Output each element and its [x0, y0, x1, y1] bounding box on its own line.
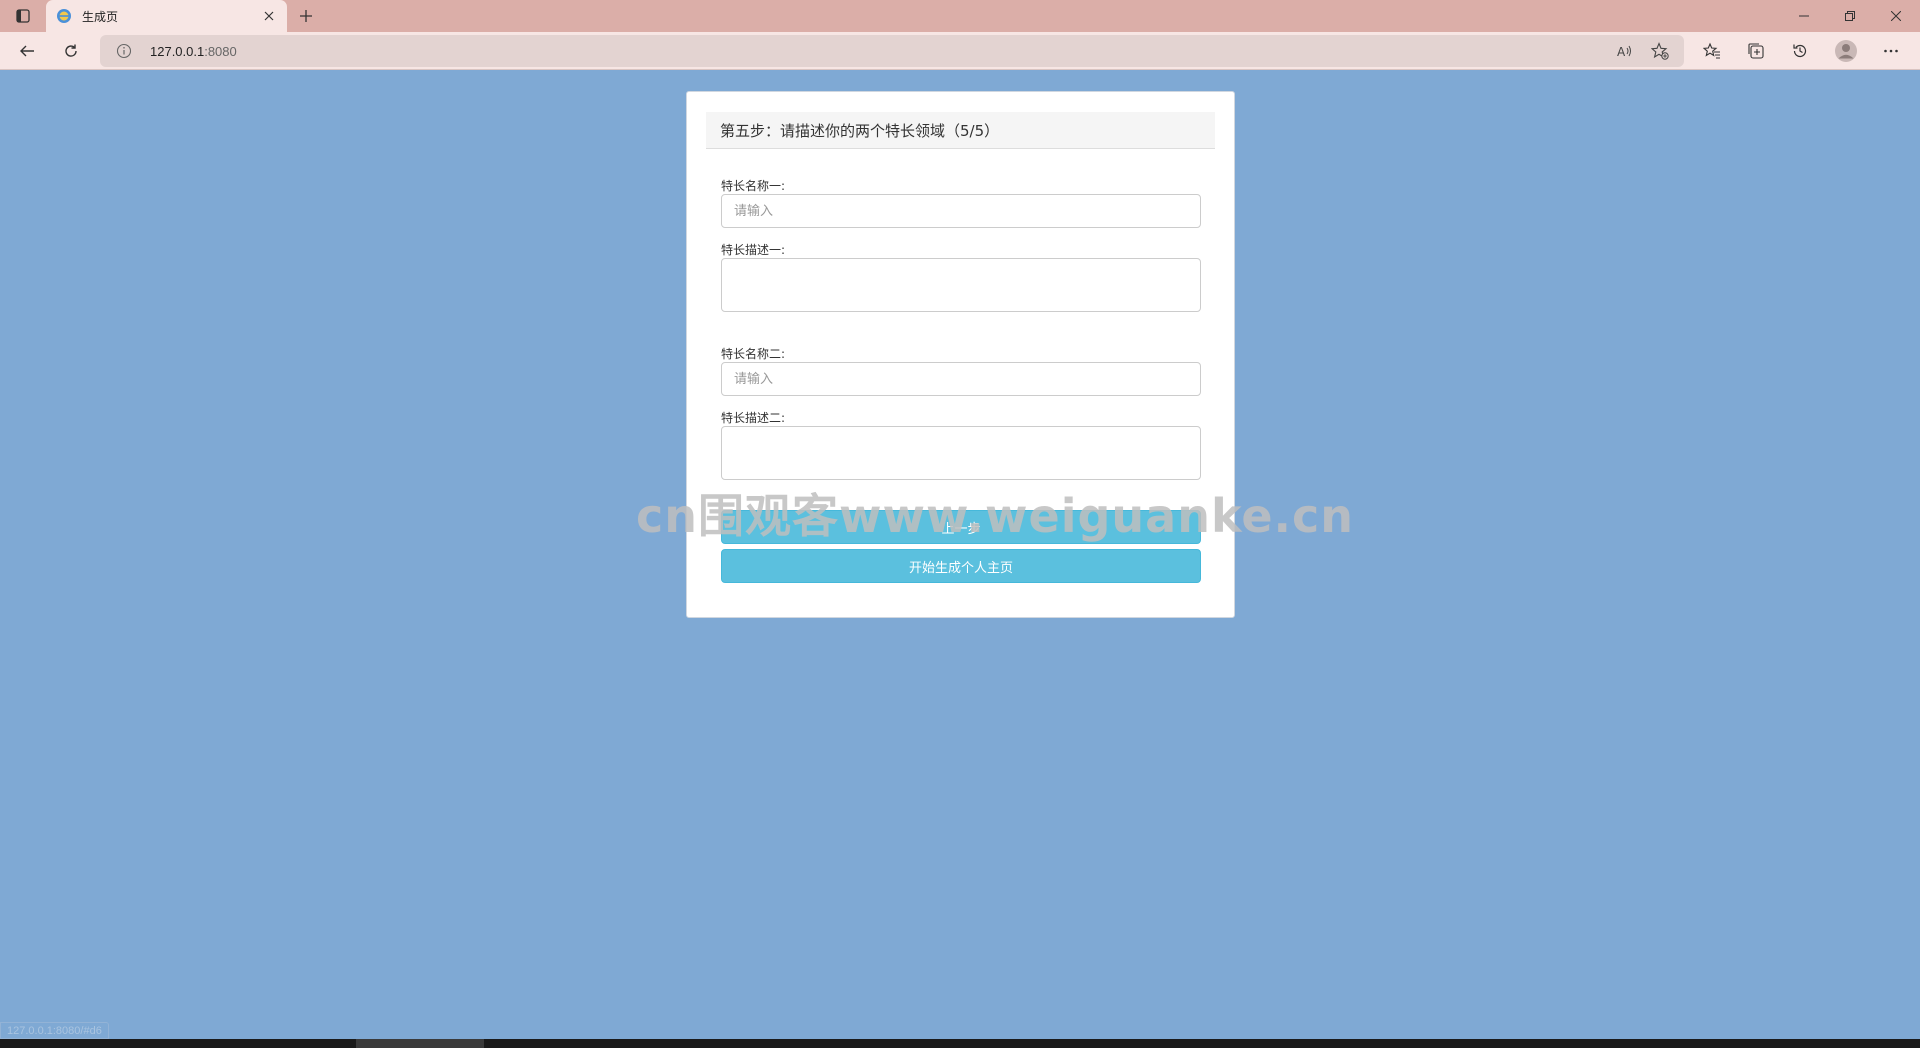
address-bar[interactable]: 127.0.0.1:8080 A: [100, 35, 1684, 67]
panel-heading: 第五步：请描述你的两个特长领域（5/5）: [706, 112, 1215, 149]
back-icon[interactable]: [12, 37, 42, 65]
minimize-icon[interactable]: [1781, 0, 1827, 32]
skill2-desc-label: 特长描述二:: [721, 411, 786, 425]
taskbar: [0, 1039, 1920, 1048]
generate-homepage-button[interactable]: 开始生成个人主页: [721, 549, 1201, 583]
status-url: 127.0.0.1:8080/#d6: [0, 1022, 109, 1039]
profile-avatar-icon[interactable]: [1831, 37, 1861, 65]
url-text[interactable]: 127.0.0.1:8080: [150, 44, 237, 59]
info-icon[interactable]: [116, 43, 132, 59]
history-icon[interactable]: [1785, 37, 1815, 65]
new-tab-icon[interactable]: [294, 4, 318, 28]
skill1-desc-textarea[interactable]: [721, 258, 1201, 312]
favorites-icon[interactable]: [1697, 37, 1727, 65]
tab-actions-icon[interactable]: [8, 4, 38, 28]
url-port: :8080: [204, 44, 237, 59]
collections-icon[interactable]: [1741, 37, 1771, 65]
skill1-desc-label: 特长描述一:: [721, 243, 786, 257]
step-title: 第五步：请描述你的两个特长领域（5/5）: [720, 121, 1000, 140]
svg-text:A: A: [1617, 45, 1626, 59]
globe-icon: [57, 9, 71, 23]
browser-tab-strip: 生成页: [0, 0, 1920, 32]
taskbar-item[interactable]: [356, 1039, 484, 1048]
browser-toolbar: 127.0.0.1:8080 A: [0, 32, 1920, 70]
skill1-name-label: 特长名称一:: [721, 179, 786, 193]
tab-title: 生成页: [82, 9, 119, 24]
browser-tab[interactable]: 生成页: [46, 0, 287, 32]
close-window-icon[interactable]: [1873, 0, 1919, 32]
add-favorite-icon[interactable]: [1650, 41, 1670, 61]
read-aloud-icon[interactable]: A: [1614, 41, 1634, 61]
skill1-name-input[interactable]: [721, 194, 1201, 228]
url-host: 127.0.0.1: [150, 44, 205, 59]
skill2-name-label: 特长名称二:: [721, 347, 786, 361]
refresh-icon[interactable]: [56, 37, 86, 65]
skill2-desc-textarea[interactable]: [721, 426, 1201, 480]
restore-icon[interactable]: [1827, 0, 1873, 32]
watermark: cn围观客www.weiguanke.cn: [636, 489, 1355, 543]
skill2-name-input[interactable]: [721, 362, 1201, 396]
more-menu-icon[interactable]: [1876, 37, 1906, 65]
close-tab-icon[interactable]: [261, 8, 277, 24]
